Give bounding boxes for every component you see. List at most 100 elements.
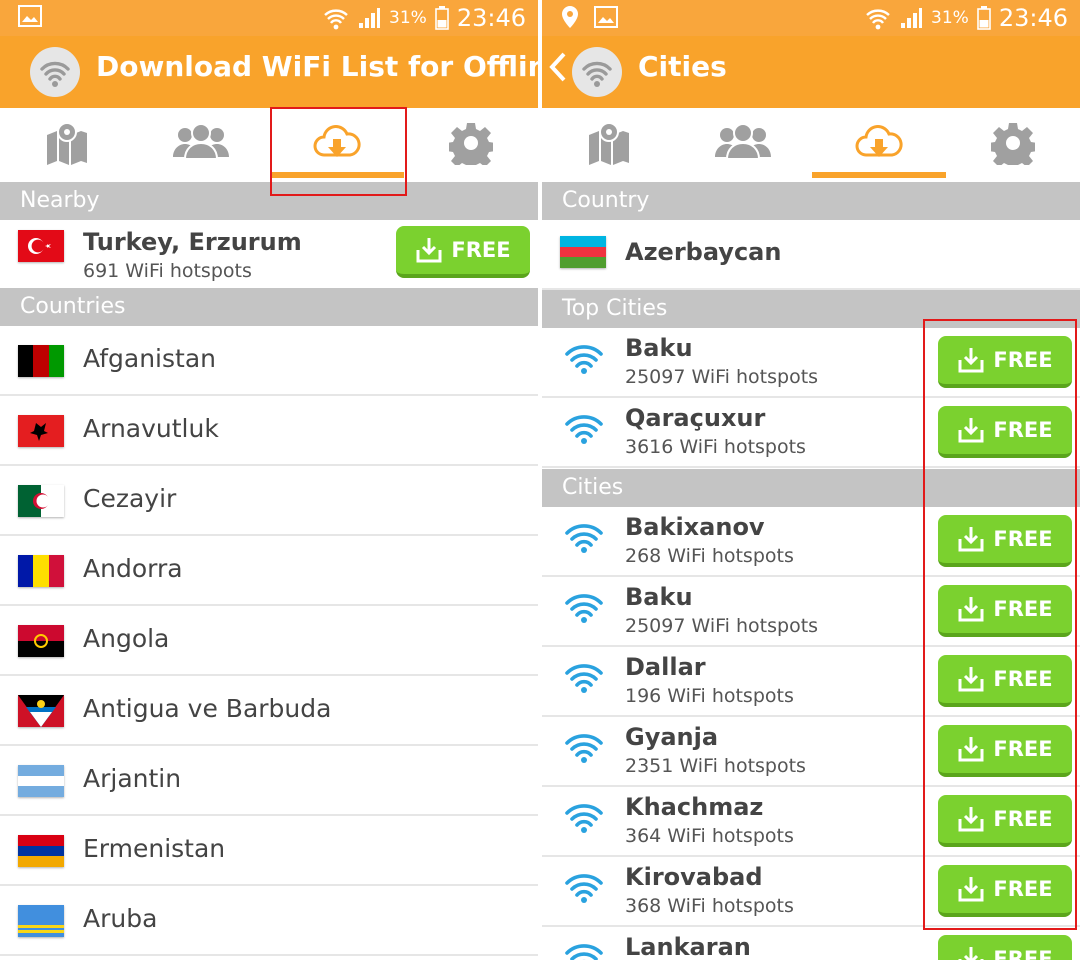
section-countries: Countries — [0, 288, 538, 326]
list-item[interactable]: Baku 25097 WiFi hotspots FREE — [542, 577, 1080, 647]
section-nearby: Nearby — [0, 182, 538, 220]
status-time: 23:46 — [456, 4, 526, 32]
map-pin-icon — [589, 122, 629, 165]
tab-users[interactable] — [134, 108, 268, 178]
wifi-icon — [565, 734, 603, 763]
flag-aruba — [18, 905, 64, 937]
map-pin-icon — [47, 122, 87, 165]
download-icon — [958, 348, 984, 373]
free-download-button[interactable]: FREE — [938, 515, 1072, 567]
flag-angola — [18, 625, 64, 657]
tab-bar — [542, 108, 1080, 178]
gallery-icon — [594, 6, 618, 28]
country-name: Arnavutluk — [83, 414, 219, 443]
free-download-button[interactable]: FREE — [396, 226, 530, 278]
city-hotspots: 25097 WiFi hotspots — [625, 366, 819, 388]
wifi-icon — [565, 874, 603, 903]
users-icon — [715, 123, 771, 160]
cloud-download-icon — [855, 125, 903, 157]
app-bar: Download WiFi List for Offline — [0, 36, 538, 108]
free-label: FREE — [993, 737, 1053, 761]
back-button[interactable] — [548, 50, 568, 93]
country-name: Cezayir — [83, 484, 177, 513]
city-name: Baku — [625, 583, 693, 611]
status-bar: 31% 23:46 — [542, 0, 1080, 36]
tab-download[interactable] — [812, 108, 946, 178]
list-item[interactable]: Baku 25097 WiFi hotspots FREE — [542, 328, 1080, 398]
free-download-button[interactable]: FREE — [938, 336, 1072, 388]
list-item[interactable]: Andorra — [0, 536, 538, 606]
free-download-button[interactable]: FREE — [938, 935, 1072, 960]
cloud-download-icon — [313, 125, 361, 157]
country-row[interactable]: Azerbaycan — [542, 220, 1080, 290]
list-item[interactable]: Cezayir — [0, 466, 538, 536]
list-item[interactable]: Khachmaz 364 WiFi hotspots FREE — [542, 787, 1080, 857]
city-hotspots: 2351 WiFi hotspots — [625, 755, 806, 777]
tab-bar — [0, 108, 538, 178]
gear-icon — [991, 123, 1035, 165]
battery-percent: 31% — [389, 8, 427, 28]
download-icon — [416, 238, 442, 263]
city-hotspots: 25097 WiFi hotspots — [625, 615, 819, 637]
city-hotspots: 3616 WiFi hotspots — [625, 436, 806, 458]
free-label: FREE — [993, 667, 1053, 691]
flag-azerbaijan — [560, 236, 606, 268]
list-item[interactable]: Antigua ve Barbuda — [0, 676, 538, 746]
users-icon — [173, 123, 229, 160]
wifi-icon — [565, 345, 603, 374]
list-item[interactable]: Aruba — [0, 886, 538, 956]
list-item[interactable]: Angola — [0, 606, 538, 676]
wifi-logo-icon[interactable] — [572, 47, 622, 97]
list-item[interactable]: Qaraçuxur 3616 WiFi hotspots FREE — [542, 398, 1080, 468]
right-screen: 31% 23:46 Cities Country Azerbaycan Top … — [542, 0, 1080, 960]
flag-andorra — [18, 555, 64, 587]
tab-active-underline — [270, 172, 404, 178]
wifi-icon — [565, 804, 603, 833]
list-item[interactable]: Arnavutluk — [0, 396, 538, 466]
wifi-logo-icon[interactable] — [30, 47, 80, 97]
country-name: Azerbaycan — [625, 238, 782, 266]
tab-map[interactable] — [542, 108, 676, 178]
list-item[interactable]: Arjantin — [0, 746, 538, 816]
gear-icon — [449, 123, 493, 165]
wifi-icon — [565, 664, 603, 693]
city-name: Bakixanov — [625, 513, 765, 541]
download-icon — [958, 597, 984, 622]
free-download-button[interactable]: FREE — [938, 585, 1072, 637]
free-download-button[interactable]: FREE — [938, 795, 1072, 847]
list-item[interactable]: Bakixanov 268 WiFi hotspots FREE — [542, 507, 1080, 577]
app-bar: Cities — [542, 36, 1080, 108]
free-download-button[interactable]: FREE — [938, 406, 1072, 458]
free-label: FREE — [993, 597, 1053, 621]
list-item[interactable]: Kirovabad 368 WiFi hotspots FREE — [542, 857, 1080, 927]
flag-afghanistan — [18, 345, 64, 377]
chevron-left-icon — [549, 52, 566, 82]
tab-map[interactable] — [0, 108, 134, 178]
tab-download[interactable] — [270, 108, 404, 178]
list-item[interactable]: Ermenistan — [0, 816, 538, 886]
flag-turkey — [18, 230, 64, 262]
list-item[interactable]: Dallar 196 WiFi hotspots FREE — [542, 647, 1080, 717]
tab-settings[interactable] — [946, 108, 1080, 178]
battery-percent: 31% — [931, 8, 969, 28]
free-download-button[interactable]: FREE — [938, 655, 1072, 707]
location-icon — [562, 6, 578, 28]
country-name: Aruba — [83, 904, 158, 933]
list-item[interactable]: Afganistan — [0, 326, 538, 396]
list-item[interactable]: Gyanja 2351 WiFi hotspots FREE — [542, 717, 1080, 787]
tab-users[interactable] — [676, 108, 810, 178]
free-download-button[interactable]: FREE — [938, 725, 1072, 777]
download-icon — [958, 527, 984, 552]
list-item[interactable]: Lankaran FREE — [542, 927, 1080, 960]
download-icon — [958, 807, 984, 832]
download-icon — [958, 737, 984, 762]
wifi-icon — [565, 594, 603, 623]
wifi-icon — [565, 524, 603, 553]
free-label: FREE — [451, 238, 511, 262]
nearby-row[interactable]: Turkey, Erzurum 691 WiFi hotspots FREE — [0, 220, 538, 288]
free-download-button[interactable]: FREE — [938, 865, 1072, 917]
free-label: FREE — [993, 807, 1053, 831]
tab-settings[interactable] — [404, 108, 538, 178]
city-hotspots: 268 WiFi hotspots — [625, 545, 794, 567]
city-hotspots: 368 WiFi hotspots — [625, 895, 794, 917]
